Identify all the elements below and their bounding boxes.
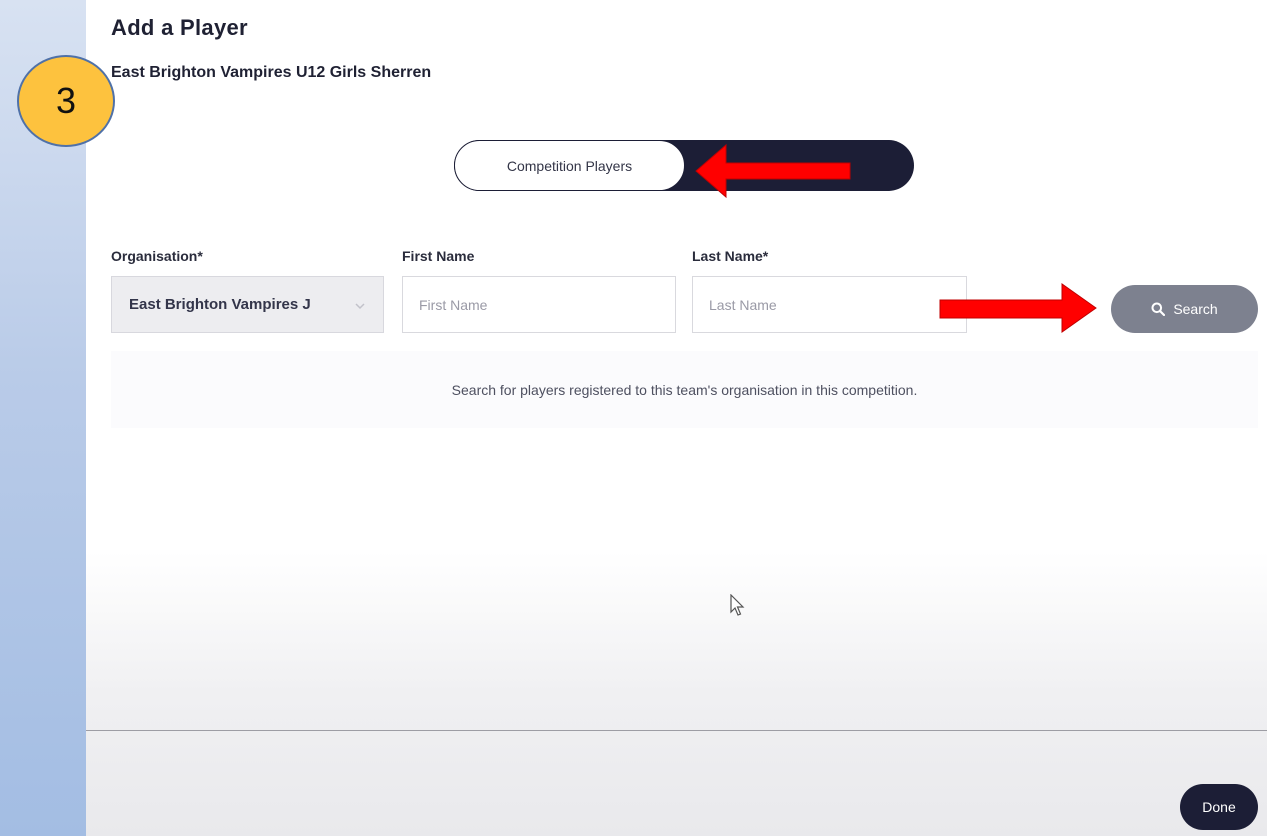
search-icon (1151, 302, 1166, 316)
organisation-select[interactable]: East Brighton Vampires J (111, 276, 384, 333)
organisation-select-value: East Brighton Vampires J (129, 296, 311, 313)
step-number-badge: 3 (17, 55, 115, 147)
last-name-label: Last Name* (692, 248, 769, 264)
done-button[interactable]: Done (1180, 784, 1258, 830)
search-button-label: Search (1173, 301, 1218, 317)
chevron-down-icon (355, 303, 365, 310)
first-name-input[interactable] (402, 276, 676, 333)
last-name-input[interactable] (692, 276, 967, 333)
mouse-pointer-icon (730, 594, 745, 616)
tutorial-slide: Add a Player East Brighton Vampires U12 … (0, 0, 1267, 836)
team-name: East Brighton Vampires U12 Girls Sherren (111, 64, 432, 81)
dialog-title: Add a Player (111, 15, 248, 40)
tab-competition-players[interactable]: Competition Players (454, 140, 685, 191)
organisation-label: Organisation* (111, 248, 203, 264)
search-button[interactable]: Search (1111, 285, 1258, 333)
right-arrow-annotation (939, 283, 1097, 333)
left-arrow-annotation (695, 143, 851, 199)
footer-divider (86, 730, 1267, 731)
first-name-label: First Name (402, 248, 475, 264)
search-info-message: Search for players registered to this te… (111, 351, 1258, 428)
